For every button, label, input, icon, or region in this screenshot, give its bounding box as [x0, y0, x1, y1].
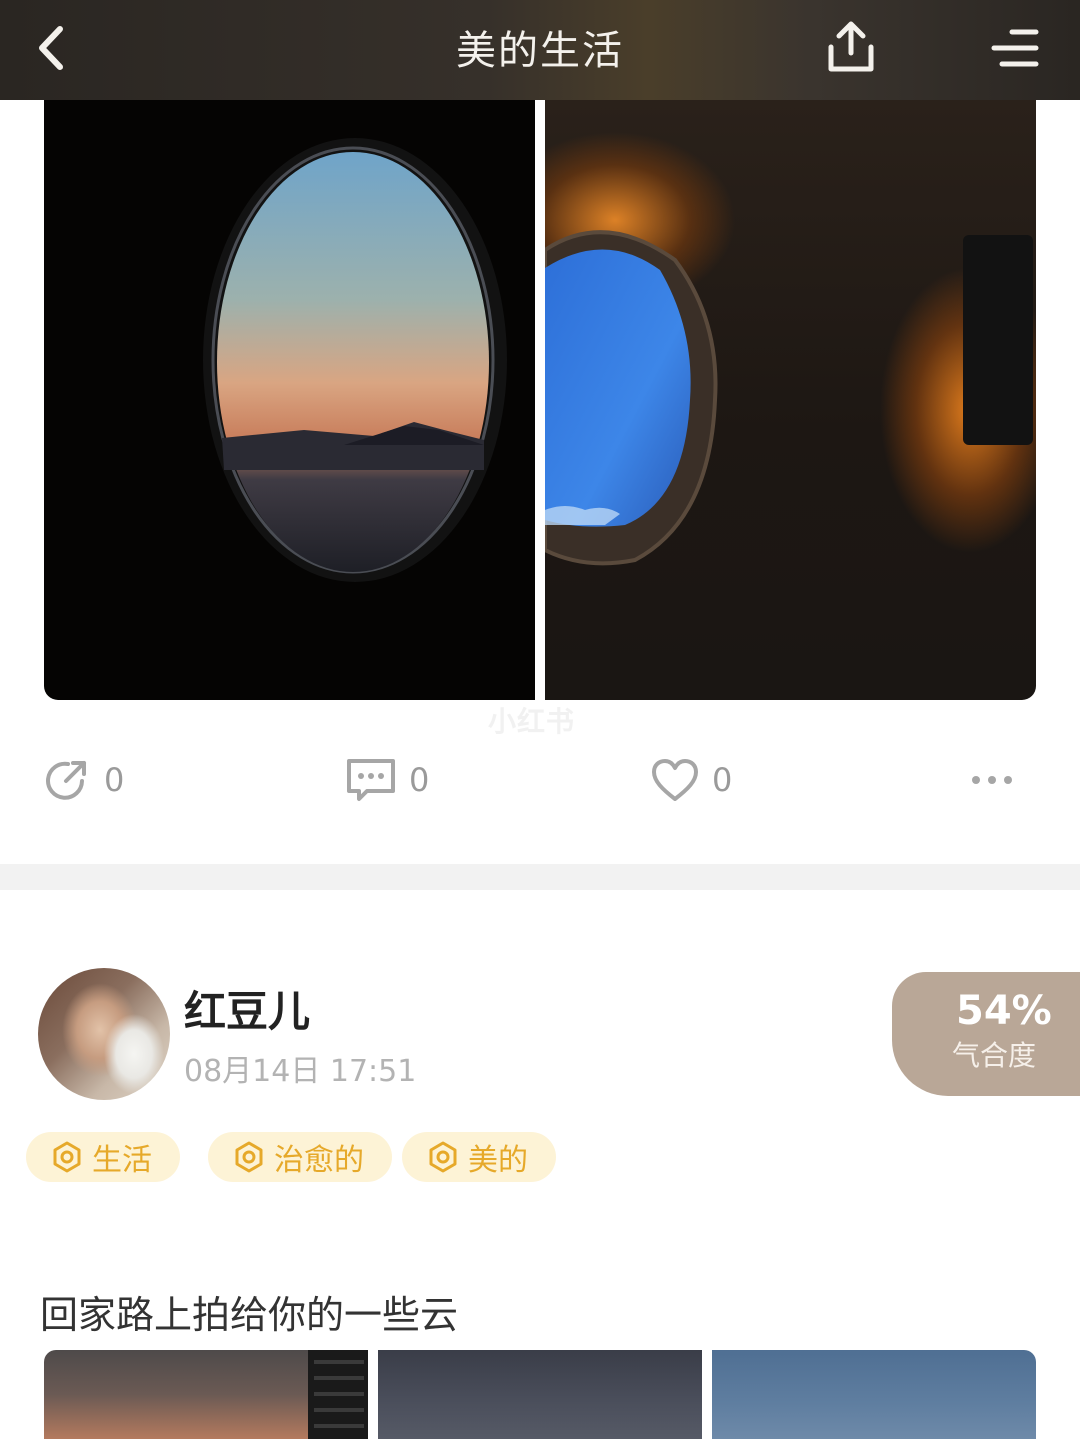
tag-beautiful[interactable]: 美的 — [402, 1132, 556, 1182]
match-label: 气合度 — [952, 1039, 1037, 1072]
heart-icon — [652, 759, 698, 801]
section-divider — [0, 864, 1080, 890]
window-blue-sky-illustration — [545, 230, 1033, 566]
menu-button[interactable] — [984, 18, 1046, 78]
tag-label: 治愈的 — [274, 1143, 364, 1178]
share-upload-icon — [828, 21, 874, 72]
airplane-window-blue-sky-photo[interactable] — [545, 100, 1036, 700]
window-sunset-illustration — [203, 138, 507, 582]
match-percent: 54% — [956, 988, 1052, 1034]
share-button[interactable] — [818, 14, 884, 80]
tag-life[interactable]: 生活 — [26, 1132, 180, 1182]
repost-count: 0 — [104, 761, 125, 799]
watermark-text: 小红书 — [488, 705, 576, 738]
top-navigation-bar: 美的生活 — [0, 0, 1080, 100]
post-image-thumbnail[interactable] — [44, 1350, 368, 1439]
tag-label: 美的 — [468, 1143, 528, 1178]
tag-ring-icon — [232, 1140, 266, 1174]
like-count: 0 — [712, 761, 733, 799]
post-timestamp: 08月14日 17:51 — [184, 1054, 417, 1089]
post-image-pair[interactable] — [44, 100, 1036, 700]
airplane-window-sunset-photo[interactable] — [44, 100, 535, 700]
post-image-thumbnail[interactable] — [378, 1350, 702, 1439]
menu-lines-icon — [991, 29, 1039, 67]
more-options-button[interactable] — [962, 745, 1022, 815]
repost-icon — [46, 761, 86, 800]
post-caption: 回家路上拍给你的一些云 — [40, 1293, 459, 1337]
post-image-thumbnail[interactable] — [712, 1350, 1036, 1439]
building-silhouette — [308, 1350, 368, 1439]
more-dots-icon — [972, 776, 1012, 784]
tag-label: 生活 — [92, 1143, 152, 1178]
repost-button[interactable]: 0 — [42, 745, 124, 815]
author-name[interactable]: 红豆儿 — [184, 978, 310, 1039]
post-action-bar: 0 0 0 — [0, 745, 1080, 815]
comment-icon — [347, 759, 395, 801]
like-button[interactable]: 0 — [650, 745, 732, 815]
match-score-badge: 54% 气合度 — [892, 972, 1080, 1096]
comment-button[interactable]: 0 — [345, 745, 429, 815]
tag-ring-icon — [426, 1140, 460, 1174]
avatar[interactable] — [38, 968, 170, 1100]
tag-healing[interactable]: 治愈的 — [208, 1132, 392, 1182]
post-image-grid — [44, 1350, 1036, 1439]
tag-ring-icon — [50, 1140, 84, 1174]
comment-count: 0 — [409, 761, 430, 799]
page-title: 美的生活 — [456, 28, 624, 74]
